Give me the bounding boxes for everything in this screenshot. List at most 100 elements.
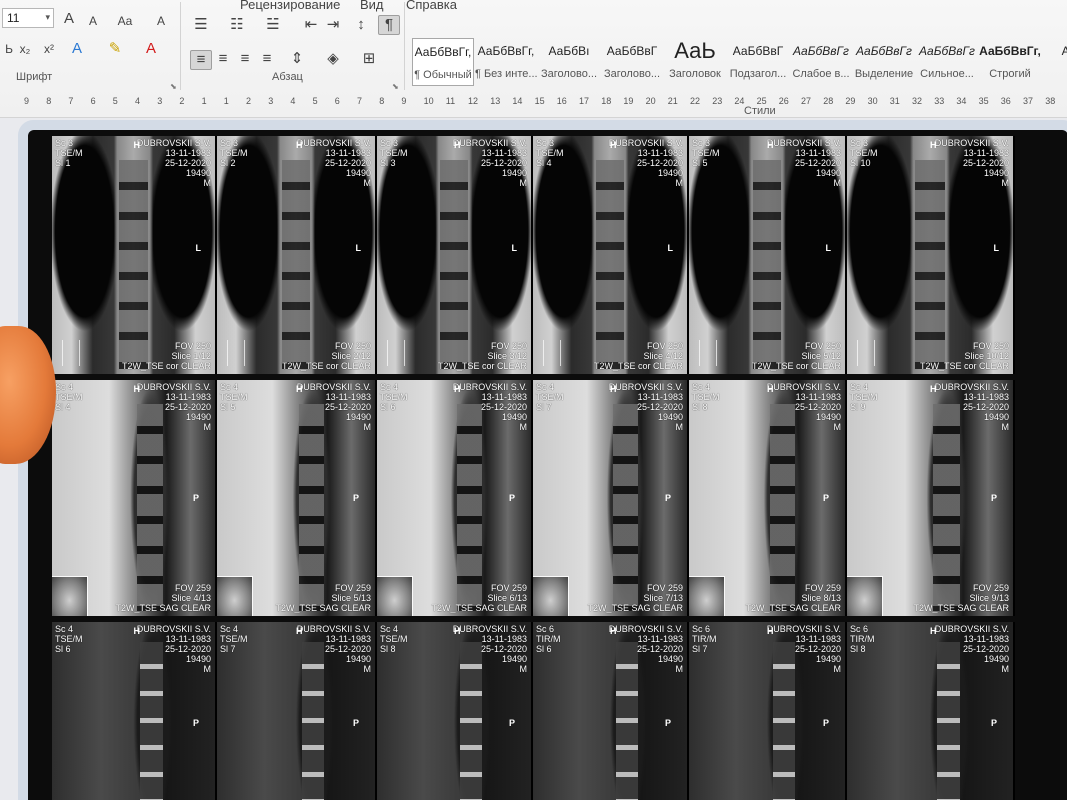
show-marks-icon[interactable]: ¶: [378, 15, 400, 35]
mri-row-tir: Sc 4 TSE/M Sl 6 DUBROVSKII S.V. 13-11-1983…: [52, 622, 1015, 800]
patient-name: DUBROVSKII S.V.: [452, 624, 527, 634]
fov-label: FOV 250 Slice 3/12 T2W_TSE cor CLEAR: [437, 341, 527, 371]
patient-dob: 13-11-1983: [481, 634, 527, 644]
patient-sex: M: [519, 422, 528, 432]
patient-sex: M: [519, 664, 528, 674]
mri-frame: Sc 4 TSE/M Sl 6 DUBROVSKII S.V. 13-11-1983…: [52, 622, 217, 800]
ruler-tick: 6: [334, 96, 340, 106]
patient-info: DUBROVSKII S.V. 13-11-1983 25-12-2020 19490…: [297, 624, 371, 674]
shrink-font-icon[interactable]: A: [82, 12, 104, 30]
patient-info: DUBROVSKII S.V. 13-11-1983 25-12-2020 19490…: [453, 382, 527, 432]
ruler-tick: 6: [90, 96, 96, 106]
increase-indent-icon[interactable]: ⇥: [322, 16, 344, 34]
localizer-thumbnail: [52, 576, 88, 616]
bullets-icon[interactable]: ☰: [190, 16, 212, 34]
style-tile[interactable]: АаБбВвГг, ¶ Без инте...: [475, 38, 537, 86]
style-name: Строгий: [989, 68, 1031, 80]
patient-dob: 13-11-1983: [165, 392, 211, 402]
style-tile[interactable]: АаБбВı Заголово...: [538, 38, 600, 86]
series-label: Sc 3 TSE/M Sl 4: [536, 138, 564, 168]
horizontal-ruler[interactable]: 9 8 7 6 5 4 3 2 1 1 2 3 4 5 6 7 8 9 10 11 12 13 14 15 16 17 18 19 20…: [0, 96, 1067, 108]
group-separator: [404, 2, 405, 90]
ruler-tick: 36: [1000, 96, 1011, 106]
patient-id: 19490: [185, 654, 211, 664]
patient-info: DUBROVSKII S.V. 13-11-1983 25-12-2020 19490…: [767, 138, 841, 188]
style-tile[interactable]: АаБ L: [1042, 38, 1067, 86]
ruler-tick: 7: [68, 96, 74, 106]
style-tile[interactable]: АаБбВвГг, ¶ Обычный: [412, 38, 474, 86]
patient-name: DUBROVSKII S.V.: [296, 624, 371, 634]
tab-view[interactable]: Вид: [360, 0, 384, 12]
patient-date: 25-12-2020: [480, 158, 527, 168]
justify-icon[interactable]: ≡: [256, 50, 278, 68]
font-dialog-launcher-icon[interactable]: ⬊: [170, 82, 177, 91]
fov-label: FOV 250 Slice 2/12 T2W_TSE cor CLEAR: [281, 341, 371, 371]
change-case-icon[interactable]: Aa: [110, 12, 140, 30]
style-sample: АаБбВвГг,: [414, 45, 472, 59]
style-tile[interactable]: АаБбВвГ Подзагол...: [727, 38, 789, 86]
ruler-tick: 18: [601, 96, 612, 106]
ruler-tick: 13: [490, 96, 501, 106]
patient-dob: 13-11-1983: [637, 634, 683, 644]
ruler-tick: 2: [179, 96, 185, 106]
patient-info: DUBROVSKII S.V. 13-11-1983 25-12-2020 19490…: [453, 624, 527, 674]
superscript-icon[interactable]: x²: [38, 40, 60, 58]
orientation-posterior: P: [822, 493, 829, 504]
ruler-tick: 5: [312, 96, 318, 106]
clear-format-icon[interactable]: A: [150, 12, 172, 30]
series-label: Sc 4 TSE/M Sl 7: [536, 382, 564, 412]
sort-icon[interactable]: ↕: [350, 16, 372, 34]
numbering-icon[interactable]: ☷: [226, 16, 248, 34]
style-tile[interactable]: АаБбВвГг Слабое в...: [790, 38, 852, 86]
multilevel-list-icon[interactable]: ☱: [262, 16, 284, 34]
font-size-input[interactable]: 11 ▾: [2, 8, 54, 28]
patient-dob: 13-11-1983: [165, 634, 211, 644]
mri-frame: Sc 4 TSE/M Sl 8 DUBROVSKII S.V. 13-11-1983…: [377, 622, 533, 800]
orientation-posterior: P: [822, 718, 829, 728]
borders-icon[interactable]: ⊞: [358, 50, 380, 68]
ruler-tick: 28: [823, 96, 834, 106]
line-spacing-icon[interactable]: ⇕: [286, 50, 308, 68]
tab-review[interactable]: Рецензирование: [240, 0, 340, 12]
ruler-tick: 12: [468, 96, 479, 106]
patient-id: 19490: [657, 412, 683, 422]
align-center-icon[interactable]: ≡: [212, 50, 234, 68]
font-color-icon[interactable]: A: [140, 40, 162, 58]
shading-icon[interactable]: ◈: [322, 50, 344, 68]
orientation-head: H: [767, 384, 774, 394]
patient-info: DUBROVSKII S.V. 13-11-1983 25-12-2020 19490…: [767, 624, 841, 674]
spine-image: [770, 403, 796, 612]
paragraph-dialog-launcher-icon[interactable]: ⬊: [392, 82, 399, 91]
patient-sex: M: [363, 178, 372, 188]
style-tile[interactable]: АаЬ Заголовок: [664, 38, 726, 86]
patient-sex: M: [363, 664, 372, 674]
patient-info: DUBROVSKII S.V. 13-11-1983 25-12-2020 19490…: [935, 624, 1009, 674]
highlight-icon[interactable]: ✎: [104, 40, 126, 58]
decrease-indent-icon[interactable]: ⇤: [300, 16, 322, 34]
patient-id: 19490: [345, 168, 371, 178]
ruler-tick: 1: [201, 96, 207, 106]
orientation-left: L: [195, 243, 202, 254]
mri-frame: Sc 6 TIR/M Sl 8 DUBROVSKII S.V. 13-11-1983…: [847, 622, 1015, 800]
align-right-icon[interactable]: ≡: [234, 50, 256, 68]
tab-help[interactable]: Справка: [406, 0, 457, 12]
subscript-icon[interactable]: x₂: [14, 40, 36, 58]
font-size-value: 11: [7, 11, 20, 25]
style-tile[interactable]: АаБбВвГг Выделение: [853, 38, 915, 86]
orientation-head: H: [767, 140, 774, 150]
orientation-left: L: [993, 243, 1000, 254]
series-label: Sc 3 TSE/M Sl 10: [850, 138, 878, 168]
align-left-icon[interactable]: ≡: [190, 50, 212, 70]
patient-info: DUBROVSKII S.V. 13-11-1983 25-12-2020 19490…: [297, 382, 371, 432]
orientation-head: H: [610, 626, 617, 636]
mri-frame: Sc 4 TSE/M Sl 5 DUBROVSKII S.V. 13-11-1983…: [217, 380, 377, 616]
patient-sex: M: [833, 664, 842, 674]
patient-date: 25-12-2020: [794, 644, 841, 654]
style-tile[interactable]: АаБбВвГг Сильное...: [916, 38, 978, 86]
style-tile[interactable]: АаБбВвГг, Строгий: [979, 38, 1041, 86]
text-effects-icon[interactable]: A: [66, 40, 88, 58]
series-label: Sc 3 TSE/M Sl 3: [380, 138, 408, 168]
style-tile[interactable]: АаБбВвГ Заголово...: [601, 38, 663, 86]
grow-font-icon[interactable]: A: [58, 10, 80, 28]
patient-name: DUBROVSKII S.V.: [766, 382, 841, 392]
